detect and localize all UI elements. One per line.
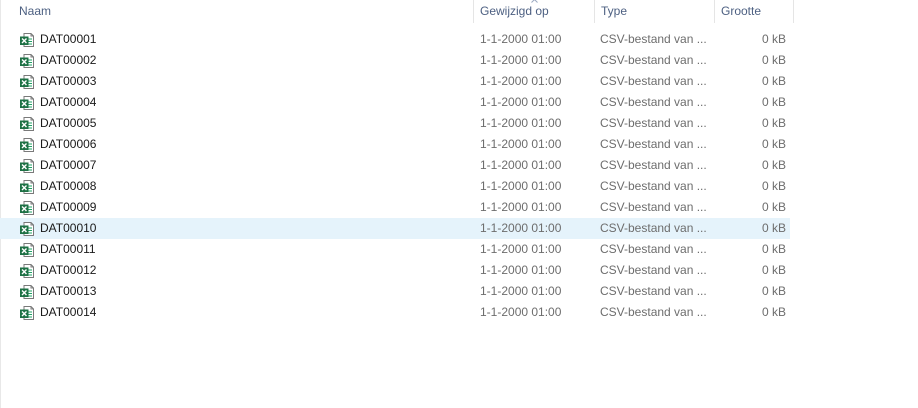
file-date: 1-1-2000 01:00: [480, 305, 562, 319]
file-type: CSV-bestand van ...: [600, 200, 707, 214]
column-header-date[interactable]: Gewijzigd op: [474, 0, 595, 23]
file-size: 0 kB: [761, 158, 786, 172]
file-name: DAT00002: [40, 53, 97, 67]
file-type: CSV-bestand van ...: [600, 95, 707, 109]
file-list: DAT00001 1-1-2000 01:00 CSV-bestand van ..…: [0, 29, 790, 323]
excel-csv-file-icon: [19, 158, 35, 174]
file-row[interactable]: DAT00010 1-1-2000 01:00 CSV-bestand van ..…: [0, 218, 790, 239]
file-type: CSV-bestand van ...: [600, 32, 707, 46]
file-name: DAT00013: [40, 284, 97, 298]
file-size: 0 kB: [761, 263, 786, 277]
file-date: 1-1-2000 01:00: [480, 137, 562, 151]
file-name: DAT00006: [40, 137, 97, 151]
file-date: 1-1-2000 01:00: [480, 32, 562, 46]
file-row[interactable]: DAT00007 1-1-2000 01:00 CSV-bestand van ..…: [0, 155, 790, 176]
file-row[interactable]: DAT00001 1-1-2000 01:00 CSV-bestand van ..…: [0, 29, 790, 50]
file-size: 0 kB: [761, 179, 786, 193]
file-name: DAT00014: [40, 305, 97, 319]
file-date: 1-1-2000 01:00: [480, 158, 562, 172]
file-size: 0 kB: [761, 95, 786, 109]
column-header: Naam Gewijzigd op Type Grootte: [0, 0, 794, 23]
file-name: DAT00008: [40, 179, 97, 193]
file-name: DAT00003: [40, 74, 97, 88]
excel-csv-file-icon: [19, 200, 35, 216]
excel-csv-file-icon: [19, 116, 35, 132]
file-name: DAT00009: [40, 200, 97, 214]
file-type: CSV-bestand van ...: [600, 263, 707, 277]
file-type: CSV-bestand van ...: [600, 53, 707, 67]
file-date: 1-1-2000 01:00: [480, 179, 562, 193]
sort-arrow-icon: [531, 0, 538, 3]
excel-csv-file-icon: [19, 179, 35, 195]
file-date: 1-1-2000 01:00: [480, 200, 562, 214]
file-size: 0 kB: [761, 284, 786, 298]
file-name: DAT00005: [40, 116, 97, 130]
column-header-name-label: Naam: [19, 4, 52, 18]
file-size: 0 kB: [761, 221, 786, 235]
file-type: CSV-bestand van ...: [600, 221, 707, 235]
file-size: 0 kB: [761, 137, 786, 151]
file-date: 1-1-2000 01:00: [480, 95, 562, 109]
file-row[interactable]: DAT00002 1-1-2000 01:00 CSV-bestand van ..…: [0, 50, 790, 71]
file-size: 0 kB: [761, 74, 786, 88]
file-type: CSV-bestand van ...: [600, 179, 707, 193]
file-name: DAT00010: [40, 221, 97, 235]
file-date: 1-1-2000 01:00: [480, 74, 562, 88]
excel-csv-file-icon: [19, 137, 35, 153]
file-row[interactable]: DAT00013 1-1-2000 01:00 CSV-bestand van ..…: [0, 281, 790, 302]
column-header-type[interactable]: Type: [595, 0, 715, 23]
file-date: 1-1-2000 01:00: [480, 284, 562, 298]
excel-csv-file-icon: [19, 242, 35, 258]
column-header-date-label: Gewijzigd op: [480, 4, 549, 18]
file-size: 0 kB: [761, 53, 786, 67]
file-type: CSV-bestand van ...: [600, 137, 707, 151]
file-name: DAT00004: [40, 95, 97, 109]
column-header-size[interactable]: Grootte: [715, 0, 794, 23]
file-row[interactable]: DAT00012 1-1-2000 01:00 CSV-bestand van ..…: [0, 260, 790, 281]
file-row[interactable]: DAT00003 1-1-2000 01:00 CSV-bestand van ..…: [0, 71, 790, 92]
excel-csv-file-icon: [19, 263, 35, 279]
file-size: 0 kB: [761, 200, 786, 214]
excel-csv-file-icon: [19, 74, 35, 90]
excel-csv-file-icon: [19, 53, 35, 69]
column-header-size-label: Grootte: [721, 4, 762, 18]
file-type: CSV-bestand van ...: [600, 74, 707, 88]
file-size: 0 kB: [761, 116, 786, 130]
excel-csv-file-icon: [19, 284, 35, 300]
file-name: DAT00007: [40, 158, 97, 172]
file-date: 1-1-2000 01:00: [480, 53, 562, 67]
file-row[interactable]: DAT00014 1-1-2000 01:00 CSV-bestand van ..…: [0, 302, 790, 323]
file-date: 1-1-2000 01:00: [480, 116, 562, 130]
file-name: DAT00012: [40, 263, 97, 277]
column-header-type-label: Type: [601, 4, 628, 18]
file-row[interactable]: DAT00006 1-1-2000 01:00 CSV-bestand van ..…: [0, 134, 790, 155]
file-type: CSV-bestand van ...: [600, 305, 707, 319]
file-type: CSV-bestand van ...: [600, 284, 707, 298]
file-type: CSV-bestand van ...: [600, 242, 707, 256]
file-type: CSV-bestand van ...: [600, 116, 707, 130]
file-size: 0 kB: [761, 305, 786, 319]
file-row[interactable]: DAT00011 1-1-2000 01:00 CSV-bestand van ..…: [0, 239, 790, 260]
file-size: 0 kB: [761, 242, 786, 256]
file-date: 1-1-2000 01:00: [480, 263, 562, 277]
file-row[interactable]: DAT00005 1-1-2000 01:00 CSV-bestand van ..…: [0, 113, 790, 134]
file-name: DAT00001: [40, 32, 97, 46]
file-type: CSV-bestand van ...: [600, 158, 707, 172]
file-date: 1-1-2000 01:00: [480, 221, 562, 235]
column-header-name[interactable]: Naam: [0, 0, 474, 23]
excel-csv-file-icon: [19, 95, 35, 111]
file-name: DAT00011: [40, 242, 96, 256]
excel-csv-file-icon: [19, 305, 35, 321]
file-row[interactable]: DAT00009 1-1-2000 01:00 CSV-bestand van ..…: [0, 197, 790, 218]
file-date: 1-1-2000 01:00: [480, 242, 562, 256]
file-size: 0 kB: [761, 32, 786, 46]
excel-csv-file-icon: [19, 221, 35, 237]
file-row[interactable]: DAT00008 1-1-2000 01:00 CSV-bestand van ..…: [0, 176, 790, 197]
file-row[interactable]: DAT00004 1-1-2000 01:00 CSV-bestand van ..…: [0, 92, 790, 113]
excel-csv-file-icon: [19, 32, 35, 48]
